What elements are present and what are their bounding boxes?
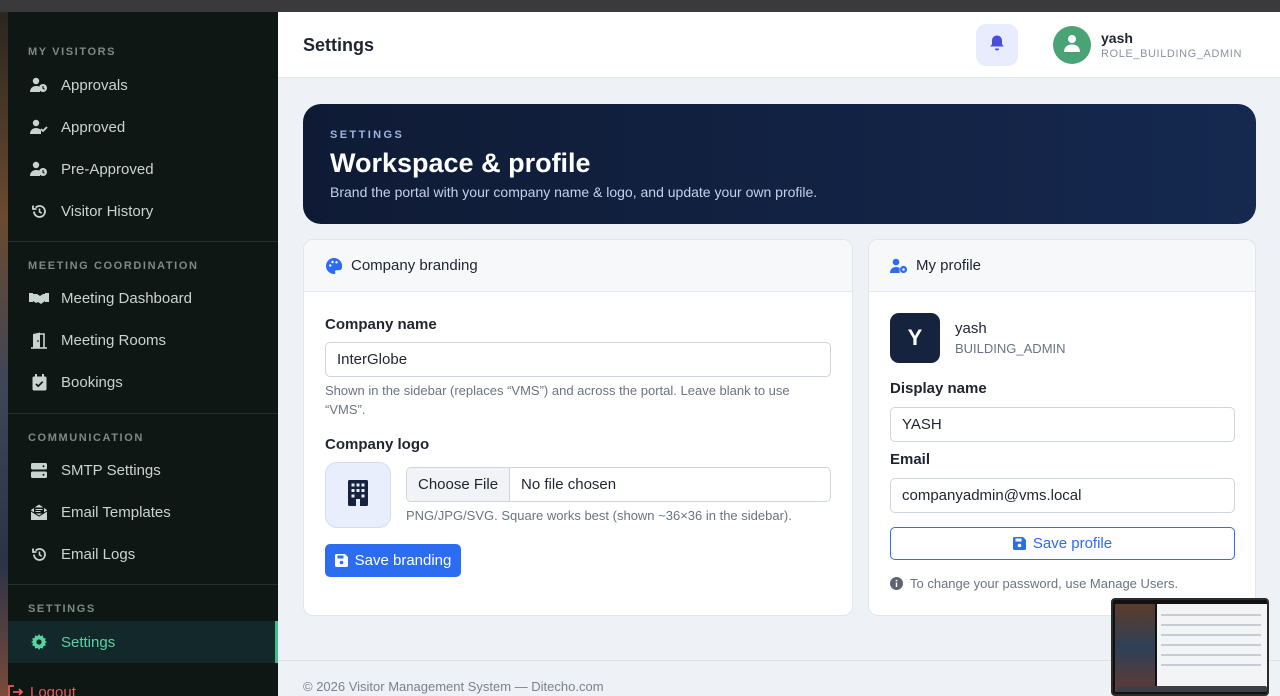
- logout-label: Logout: [30, 683, 76, 696]
- save-profile-label: Save profile: [1032, 535, 1113, 552]
- sidebar-item-email-templates[interactable]: Email Templates: [8, 492, 278, 532]
- sidebar-item-label: Email Templates: [61, 503, 171, 521]
- sidebar-item-label: Approvals: [61, 76, 128, 94]
- gear-icon: [28, 632, 50, 652]
- sidebar-section-communication: COMMUNICATION: [28, 432, 144, 444]
- card-title: Company branding: [351, 257, 478, 274]
- company-name-input[interactable]: InterGlobe: [325, 342, 831, 377]
- sidebar-section-settings: SETTINGS: [28, 603, 96, 615]
- sidebar-item-smtp-settings[interactable]: SMTP Settings: [8, 450, 278, 490]
- password-note: To change your password, use Manage User…: [890, 576, 1178, 591]
- top-header: Settings yash ROLE_BUILDING_ADMIN: [278, 12, 1280, 78]
- hero-subtitle: Brand the portal with your company name …: [330, 184, 818, 200]
- sidebar-item-approvals[interactable]: Approvals: [8, 65, 278, 105]
- thumbnail-desktop: [1115, 604, 1155, 692]
- company-branding-card: Company branding Company name InterGlobe…: [303, 239, 853, 616]
- sidebar: MY VISITORS Approvals Approved Pre-Appro…: [8, 12, 278, 696]
- user-role: ROLE_BUILDING_ADMIN: [1101, 48, 1242, 60]
- sidebar-section-my-visitors: MY VISITORS: [28, 46, 117, 58]
- bell-icon: [989, 34, 1005, 56]
- desktop-background-edge: [0, 12, 8, 696]
- save-profile-button[interactable]: Save profile: [890, 527, 1235, 560]
- sidebar-divider: [8, 241, 278, 242]
- envelope-open-icon: [28, 502, 50, 522]
- file-status: No file chosen: [521, 476, 617, 493]
- company-logo-label: Company logo: [325, 436, 430, 453]
- history-icon: [28, 201, 50, 221]
- history-icon: [28, 544, 50, 564]
- profile-avatar: Y: [890, 313, 940, 363]
- user-clock-icon: [28, 159, 50, 179]
- thumbnail-dock: [1117, 686, 1267, 692]
- sidebar-item-approved[interactable]: Approved: [8, 107, 278, 147]
- sidebar-item-visitor-history[interactable]: Visitor History: [8, 191, 278, 231]
- logout-icon: [8, 684, 24, 696]
- sidebar-divider: [8, 584, 278, 585]
- logo-preview: [325, 462, 391, 528]
- thumbnail-window: [1157, 604, 1267, 688]
- save-branding-button[interactable]: Save branding: [325, 544, 461, 577]
- card-header: Company branding: [304, 240, 852, 292]
- logo-hint: PNG/JPG/SVG. Square works best (shown ~3…: [406, 508, 792, 523]
- info-circle-icon: [890, 577, 903, 590]
- door-icon: [28, 330, 50, 350]
- hero-title: Workspace & profile: [330, 148, 591, 178]
- sidebar-section-meeting-coordination: MEETING COORDINATION: [28, 260, 199, 272]
- display-name-input[interactable]: YASH: [890, 407, 1235, 442]
- profile-role: BUILDING_ADMIN: [955, 341, 1066, 356]
- settings-hero-banner: SETTINGS Workspace & profile Brand the p…: [303, 104, 1256, 224]
- card-header: My profile: [869, 240, 1255, 292]
- sidebar-item-bookings[interactable]: Bookings: [8, 362, 278, 402]
- user-clock-icon: [28, 75, 50, 95]
- user-icon: [1064, 34, 1080, 57]
- palette-icon: [325, 257, 343, 275]
- user-check-icon: [28, 117, 50, 137]
- sidebar-item-label: Bookings: [61, 373, 123, 391]
- sidebar-item-meeting-rooms[interactable]: Meeting Rooms: [8, 320, 278, 360]
- sidebar-item-label: Email Logs: [61, 545, 136, 563]
- calendar-check-icon: [28, 372, 50, 392]
- card-title: My profile: [916, 257, 982, 274]
- sidebar-divider: [8, 413, 278, 414]
- sidebar-item-label: Settings: [61, 633, 116, 651]
- sidebar-item-label: Visitor History: [61, 202, 154, 220]
- notifications-button[interactable]: [976, 24, 1018, 66]
- handshake-icon: [28, 288, 50, 308]
- user-name: yash: [1101, 30, 1133, 46]
- save-branding-label: Save branding: [354, 552, 452, 569]
- logo-file-input[interactable]: Choose File No file chosen: [406, 467, 831, 502]
- page-title: Settings: [303, 35, 375, 55]
- hero-eyebrow: SETTINGS: [330, 129, 405, 141]
- email-field[interactable]: companyadmin@vms.local: [890, 478, 1235, 513]
- choose-file-button[interactable]: Choose File: [407, 468, 511, 501]
- building-icon: [348, 479, 368, 511]
- sidebar-item-label: SMTP Settings: [61, 461, 161, 479]
- main-content: Settings yash ROLE_BUILDING_ADMIN SETTIN…: [278, 12, 1280, 696]
- company-name-label: Company name: [325, 316, 437, 333]
- sidebar-item-meeting-dashboard[interactable]: Meeting Dashboard: [8, 278, 278, 318]
- profile-name: yash: [955, 320, 987, 337]
- user-avatar[interactable]: [1053, 26, 1091, 64]
- password-note-text: To change your password, use Manage User…: [910, 576, 1179, 591]
- sidebar-item-settings[interactable]: Settings: [8, 621, 278, 663]
- floppy-disk-icon: [334, 554, 348, 567]
- sidebar-item-label: Meeting Rooms: [61, 331, 167, 349]
- footer-text: © 2026 Visitor Management System — Ditec…: [303, 679, 604, 694]
- sidebar-item-pre-approved[interactable]: Pre-Approved: [8, 149, 278, 189]
- sidebar-item-label: Pre-Approved: [61, 160, 154, 178]
- window-top-bar: [0, 0, 1280, 12]
- floppy-disk-icon: [1012, 537, 1026, 550]
- email-label: Email: [890, 451, 931, 468]
- server-icon: [28, 460, 50, 480]
- display-name-label: Display name: [890, 380, 987, 397]
- sidebar-item-label: Approved: [61, 118, 126, 136]
- sidebar-item-label: Meeting Dashboard: [61, 289, 192, 307]
- screenshot-thumbnail-preview[interactable]: [1111, 598, 1269, 696]
- logout-link[interactable]: Logout: [8, 680, 76, 696]
- my-profile-card: My profile Y yash BUILDING_ADMIN Display…: [868, 239, 1256, 616]
- company-name-hint: Shown in the sidebar (replaces “VMS”) an…: [325, 383, 790, 417]
- user-gear-icon: [890, 257, 908, 275]
- sidebar-item-email-logs[interactable]: Email Logs: [8, 534, 278, 574]
